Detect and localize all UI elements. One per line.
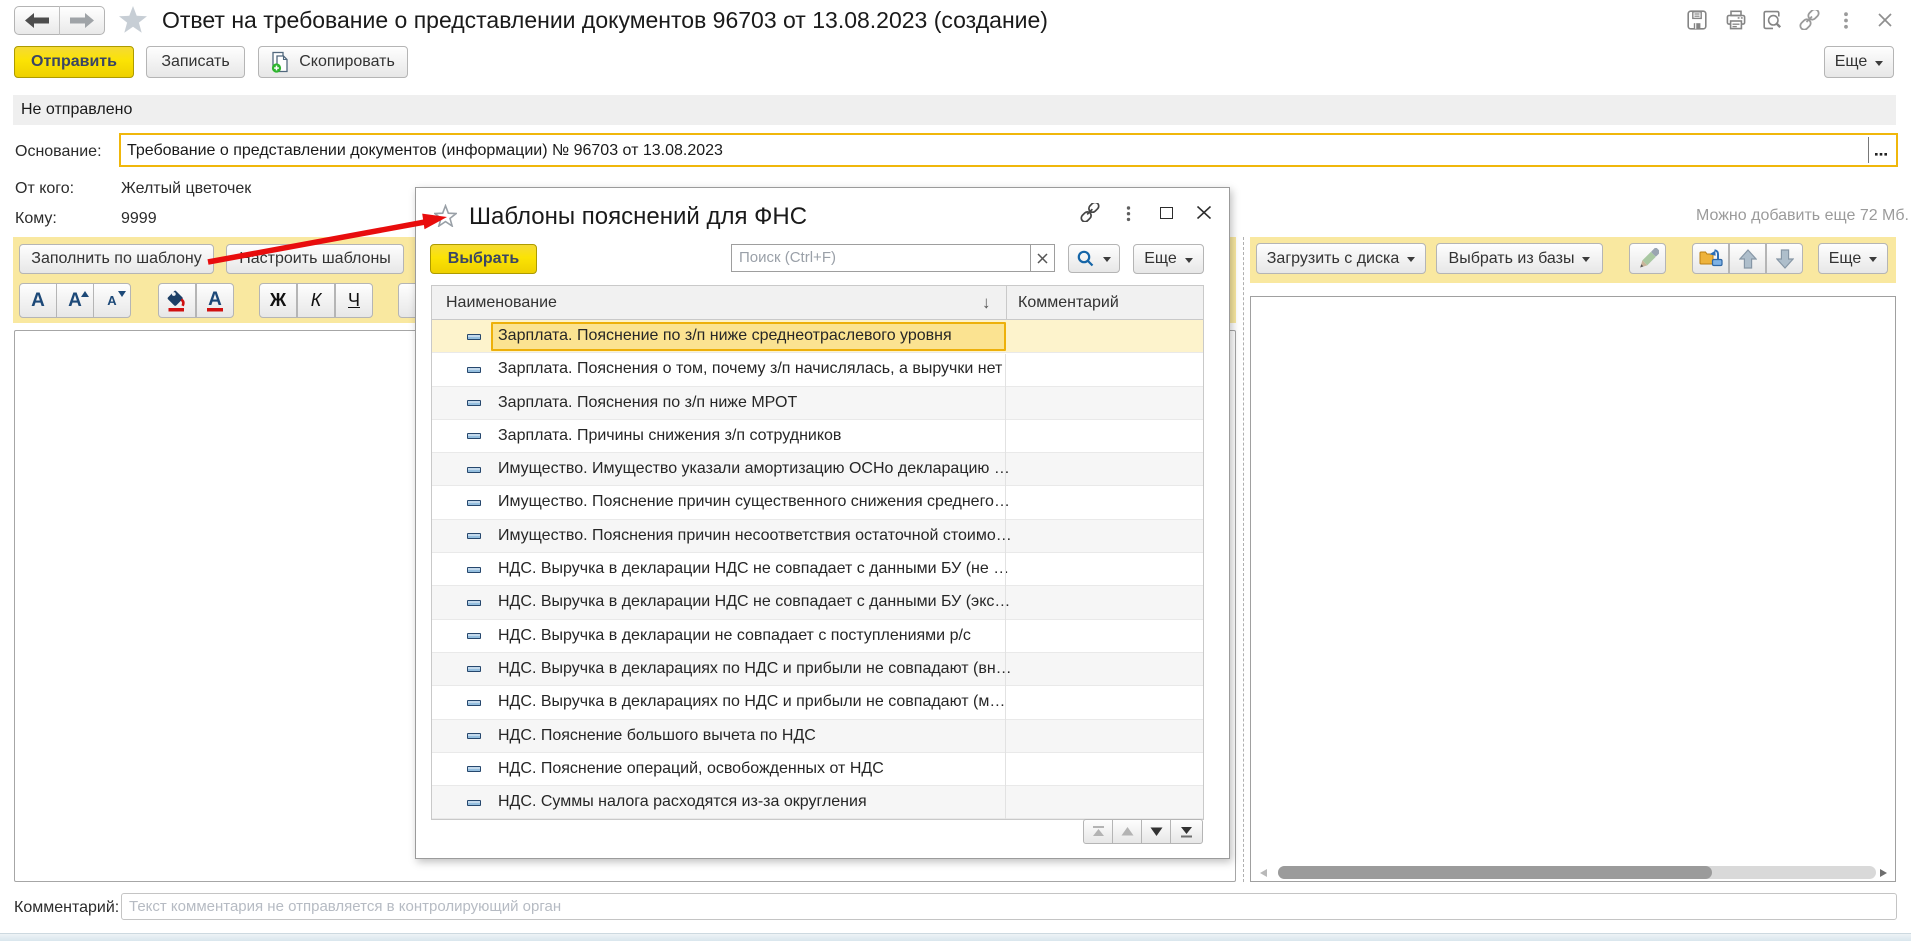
svg-text:А: А (208, 289, 222, 310)
